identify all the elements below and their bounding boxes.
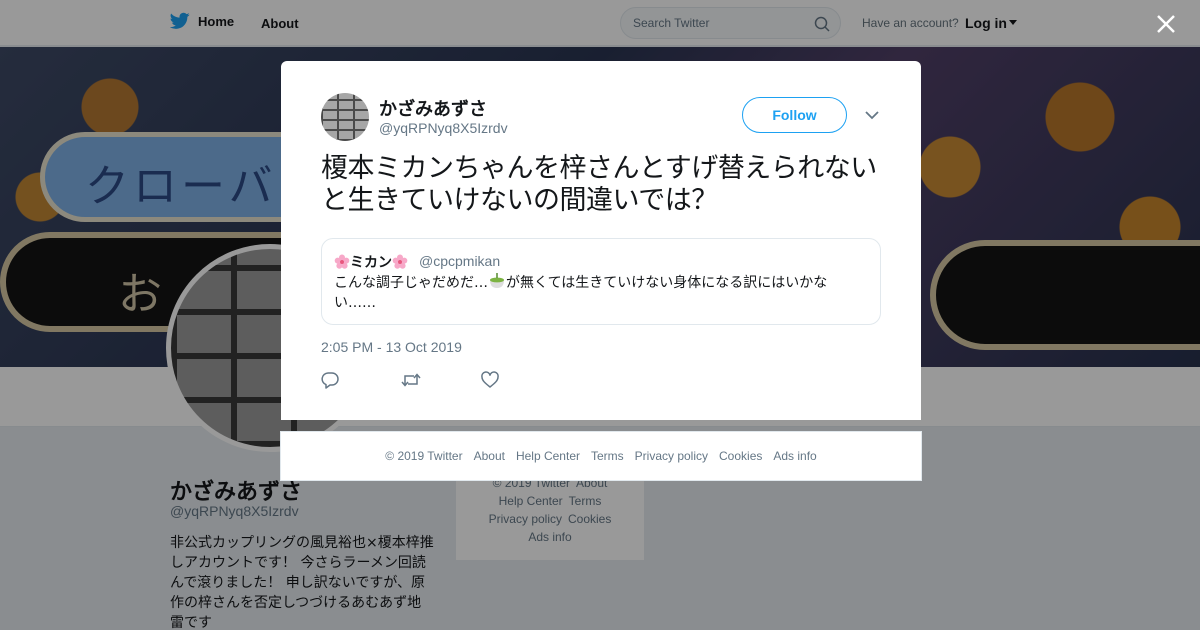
tweet-author-avatar[interactable] xyxy=(321,93,369,141)
footer-copyright: © 2019 Twitter xyxy=(385,449,463,463)
modal-footer: © 2019 Twitter About Help Center Terms P… xyxy=(280,431,922,481)
close-icon[interactable] xyxy=(1154,12,1178,36)
tweet-timestamp[interactable]: 2:05 PM - 13 Oct 2019 xyxy=(321,339,462,355)
tweet-modal: かざみあずさ @yqRPNyq8X5Izrdv Follow 榎本ミカンちゃんを… xyxy=(281,61,921,420)
like-button[interactable] xyxy=(481,371,561,391)
quoted-text-part-1: こんな調子じゃだめだ… xyxy=(334,275,488,291)
chevron-down-icon[interactable] xyxy=(865,110,879,120)
quoted-tweet-text: こんな調子じゃだめだ… が無くては生きていけない身体になる訳にはいかない…… xyxy=(334,273,844,313)
tweet-actions xyxy=(321,371,561,391)
footer-cookies-link[interactable]: Cookies xyxy=(719,449,762,463)
quoted-tweet[interactable]: ミカン @cpcpmikan こんな調子じゃだめだ… が無くては生きていけない身… xyxy=(321,238,881,325)
quoted-author-handle: @cpcpmikan xyxy=(419,253,501,269)
reply-icon xyxy=(321,372,339,389)
footer-ads-link[interactable]: Ads info xyxy=(773,449,816,463)
footer-terms-link[interactable]: Terms xyxy=(591,449,624,463)
tweet-text: 榎本ミカンちゃんを梓さんとすげ替えられないと生きていけないの間違いでは？ xyxy=(321,153,877,216)
follow-button[interactable]: Follow xyxy=(742,97,847,133)
matcha-icon xyxy=(490,273,504,288)
retweet-button[interactable] xyxy=(401,371,481,391)
heart-icon xyxy=(481,371,499,388)
footer-help-link[interactable]: Help Center xyxy=(516,449,580,463)
cherry-blossom-icon xyxy=(392,254,408,269)
footer-about-link[interactable]: About xyxy=(474,449,505,463)
quoted-author-name: ミカン xyxy=(334,252,408,272)
cherry-blossom-icon xyxy=(334,254,350,269)
retweet-icon xyxy=(401,373,421,387)
reply-button[interactable] xyxy=(321,371,401,391)
tweet-author-handle[interactable]: @yqRPNyq8X5Izrdv xyxy=(379,120,508,136)
footer-privacy-link[interactable]: Privacy policy xyxy=(635,449,708,463)
tweet-author-name[interactable]: かざみあずさ xyxy=(379,95,487,121)
quoted-author-name-label: ミカン xyxy=(350,255,392,271)
